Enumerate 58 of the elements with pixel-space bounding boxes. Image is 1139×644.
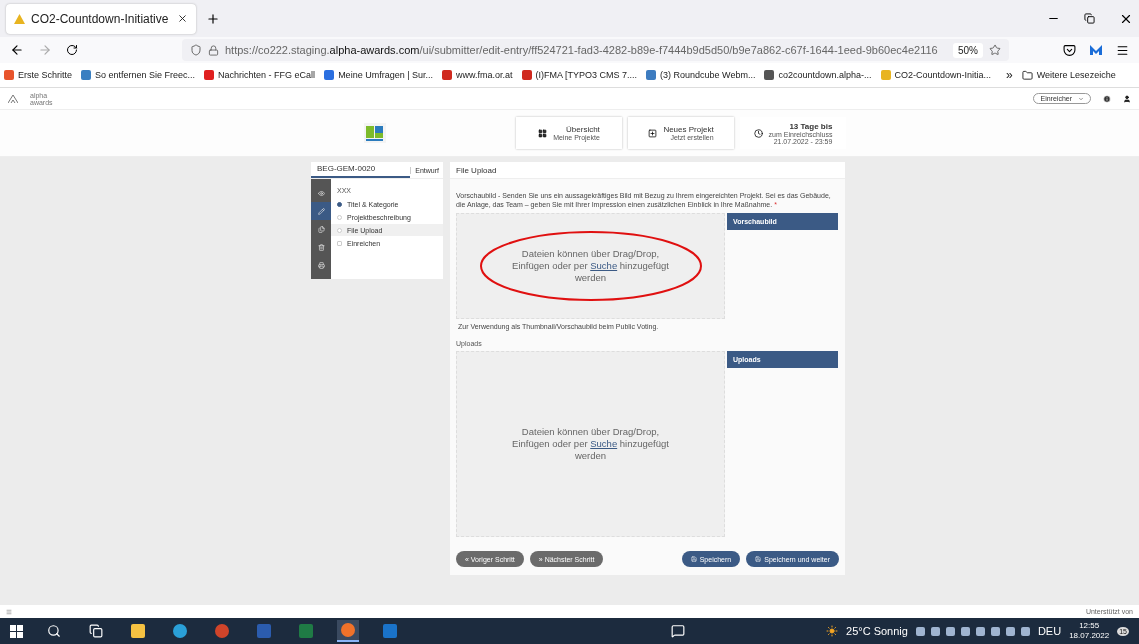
bookmarks-overflow[interactable]: » [1006,68,1013,82]
panel-title: File Upload [450,162,845,179]
windows-icon[interactable] [10,624,23,638]
reload-icon[interactable] [66,44,78,56]
shield-icon [190,44,202,56]
search-link[interactable]: Suche [590,260,618,271]
drop-hint: Dateien können über Drag/Drop, Einfügen oder per Suche hinzugefügt werden [511,248,670,284]
sun-icon [826,625,839,637]
bookmark-folder[interactable]: Weitere Lesezeiche [1021,69,1116,81]
search-link[interactable]: Suche [590,438,618,449]
browser-tab[interactable]: CO2-Countdown-Initiative [6,3,196,34]
folder-icon [1021,69,1033,81]
pocket-icon[interactable] [1063,43,1076,57]
printer-icon [317,261,325,269]
eye-icon [317,189,325,197]
logo-drawing [364,123,386,143]
bookmark-link[interactable]: CO2-Countdown-Initia... [880,70,992,80]
m-logo-icon[interactable] [1090,45,1102,55]
star-icon[interactable] [989,44,1001,56]
close-icon[interactable] [177,13,188,24]
info-icon[interactable] [1103,94,1111,103]
address-bar[interactable]: https://co222.staging.alpha-awards.com/ui/submitter/edit-entry/ff524721-fad3-4282-b89e-f7444b9d5d50/b9e7a862-c67f-1644-1eed-9b60ec4e2116 50% [182,39,1009,61]
weather-text: 25°C Sonnig [846,625,908,637]
tool-button[interactable] [311,202,331,220]
menu-icon[interactable] [1116,43,1129,57]
bookmark-link[interactable]: Erste Schritte [4,70,73,80]
pencil-icon [317,207,325,215]
back-icon[interactable] [10,43,24,57]
bookmark-link[interactable]: co2countdown.alpha-... [764,70,872,80]
clock-date: 18.07.2022 [1069,631,1110,641]
brand-logo-icon [8,94,18,103]
drop-zone[interactable]: Dateien können über Drag/Drop, Einfügen oder per Suche hinzugefügt werden [456,213,725,319]
entry-id: BEG-GEM-0020 [311,162,411,178]
save-icon [690,556,697,562]
caret-icon [1078,95,1084,102]
drop-hint: Dateien können über Drag/Drop, Einfügen oder per Suche hinzugefügt werden [511,426,670,462]
trash-icon [317,243,325,251]
clock-icon [753,128,763,138]
save-icon [755,556,762,562]
warning-icon [14,13,25,24]
add-icon [648,128,658,138]
lock-icon [208,44,219,56]
zoom-level[interactable]: 50% [953,42,983,58]
browser-icon[interactable] [341,623,355,637]
files-icon [317,225,325,233]
bookmark-link[interactable]: (I)FMA [TYPO3 CMS 7.... [521,70,638,80]
language-indicator: DEU [1037,625,1062,637]
bookmark-link[interactable]: (3) Roundcube Webm... [646,70,756,80]
bookmark-link[interactable]: Meine Umfragen | Sur... [324,70,433,80]
drop-zone[interactable]: Dateien können über Drag/Drop, Einfügen oder per Suche hinzugefügt werden [456,351,725,537]
clock-time: 12:55 [1079,621,1100,631]
bookmark-link[interactable]: So entfernen Sie Freec... [81,70,196,80]
grid-icon [538,128,548,138]
bookmark-link[interactable]: Nachrichten - FFG eCall [204,70,316,80]
restore-icon[interactable] [1084,13,1095,24]
user-icon[interactable] [1123,94,1131,103]
bookmark-link[interactable]: www.fma.or.at [442,70,513,80]
new-tab-icon[interactable] [206,11,220,26]
